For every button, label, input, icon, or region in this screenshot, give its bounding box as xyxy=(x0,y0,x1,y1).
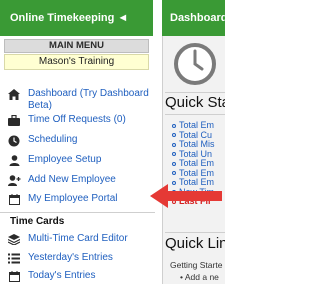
sidebar-item-label: Time Off Requests (0) xyxy=(28,114,126,125)
dashboard-title: Dashboard xyxy=(170,12,225,24)
divider xyxy=(0,212,155,213)
home-icon xyxy=(0,88,28,100)
stat-item[interactable]: Total Cu xyxy=(172,131,225,141)
sidebar-item-label: My Employee Portal xyxy=(28,193,118,204)
sidebar: Online Timekeeping ◄ MAIN MENU Mason's T… xyxy=(0,0,155,284)
sidebar-item-yesterdays-entries[interactable]: Yesterday's Entries xyxy=(0,252,155,264)
person-icon xyxy=(0,154,28,166)
divider xyxy=(165,114,225,115)
getting-started-text: Getting Starte xyxy=(170,260,223,270)
sidebar-item-label: Beta) xyxy=(28,100,52,111)
org-name: Mason's Training xyxy=(4,54,149,70)
dashboard-title-bar: Dashboard xyxy=(162,0,225,36)
stat-item[interactable]: Total Mis xyxy=(172,140,225,150)
stat-item[interactable]: Total Un xyxy=(172,150,225,160)
pointer-arrow-icon xyxy=(150,184,222,208)
sidebar-item-label: Scheduling xyxy=(28,134,78,145)
sidebar-item-label: Today's Entries xyxy=(28,270,96,281)
clock-icon xyxy=(0,134,28,147)
quick-stats-title: Quick Stats xyxy=(165,94,225,111)
sidebar-item-time-off-requests[interactable]: Time Off Requests (0) xyxy=(0,114,155,126)
main-menu-heading: MAIN MENU xyxy=(4,39,149,53)
app-title: Online Timekeeping ◄ xyxy=(10,12,129,24)
sidebar-item-multi-time-card-editor[interactable]: Multi-Time Card Editor xyxy=(0,233,155,245)
list-icon xyxy=(0,252,28,264)
calendar-icon xyxy=(0,270,28,282)
sidebar-item-label: Add New Employee xyxy=(28,174,116,185)
sidebar-item-add-new-employee[interactable]: Add New Employee xyxy=(0,174,155,186)
layers-icon xyxy=(0,233,28,245)
divider xyxy=(165,92,225,93)
stat-item[interactable]: Total Em xyxy=(172,159,225,169)
add-person-icon xyxy=(0,174,28,186)
sidebar-item-scheduling[interactable]: Scheduling xyxy=(0,134,155,147)
sidebar-item-label: Multi-Time Card Editor xyxy=(28,233,128,244)
stat-item[interactable]: Total Em xyxy=(172,121,225,131)
clock-icon xyxy=(174,43,216,85)
time-cards-heading: Time Cards xyxy=(10,216,65,227)
add-new-link[interactable]: • Add a ne xyxy=(180,272,225,282)
quick-links-title: Quick Lin xyxy=(165,235,225,252)
sidebar-item-my-employee-portal[interactable]: My Employee Portal xyxy=(0,193,155,205)
sidebar-item-dashboard[interactable]: Dashboard (Try Dashboard Beta) xyxy=(0,88,155,112)
stat-item[interactable]: Total Em xyxy=(172,169,225,179)
calendar-icon xyxy=(0,193,28,205)
divider xyxy=(165,232,225,233)
briefcase-icon xyxy=(0,114,28,126)
sidebar-item-label: Employee Setup xyxy=(28,154,102,165)
sidebar-item-todays-entries[interactable]: Today's Entries xyxy=(0,270,155,282)
sidebar-item-label: Yesterday's Entries xyxy=(28,252,113,263)
app-title-bar[interactable]: Online Timekeeping ◄ xyxy=(0,0,153,36)
sidebar-item-employee-setup[interactable]: Employee Setup xyxy=(0,154,155,166)
sidebar-item-label: Dashboard (Try Dashboard xyxy=(28,88,149,99)
